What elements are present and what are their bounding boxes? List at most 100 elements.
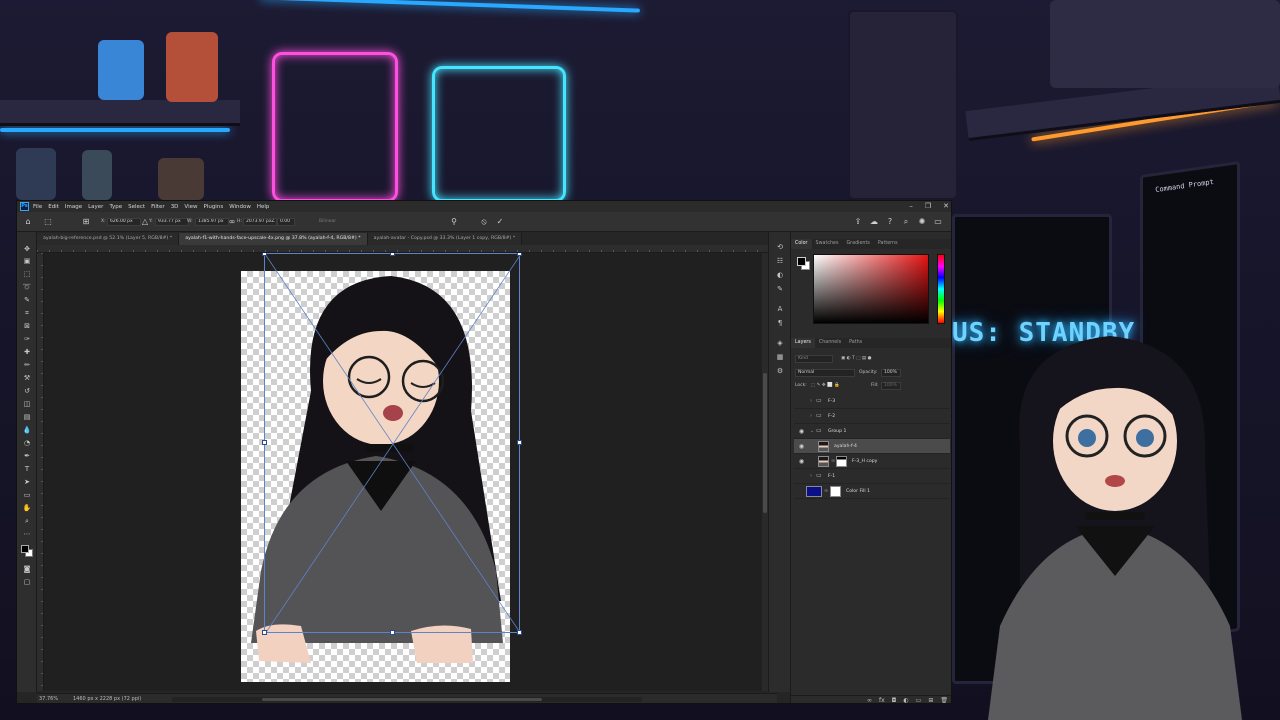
layer-row-group-1[interactable]: ◉ ⌄ ▭ Group 1 — [794, 424, 950, 439]
foreground-color-swatch[interactable] — [21, 545, 29, 553]
menu-type[interactable]: Type — [109, 204, 122, 210]
visibility-toggle[interactable] — [798, 488, 805, 495]
lightbulb-icon[interactable]: ✺ — [917, 217, 927, 227]
frame-tool-icon[interactable]: ⊠ — [22, 321, 32, 331]
opacity-field[interactable]: 100% — [881, 369, 901, 377]
transform-handle-tr[interactable] — [517, 253, 522, 256]
panel-foreground-swatch[interactable] — [797, 257, 806, 266]
lasso-tool-icon[interactable]: ➰ — [22, 282, 32, 292]
dodge-tool-icon[interactable]: ◔ — [22, 438, 32, 448]
new-layer-icon[interactable]: ⊞ — [928, 696, 933, 703]
chevron-down-icon[interactable]: ⌄ — [810, 427, 814, 435]
hue-slider[interactable] — [937, 254, 945, 324]
menu-filter[interactable]: Filter — [151, 204, 165, 210]
menu-layer[interactable]: Layer — [88, 204, 103, 210]
filter-icons[interactable]: ▣ ◐ T ⬚ ▤ ● — [841, 355, 872, 363]
new-group-icon[interactable]: ▭ — [916, 696, 922, 703]
move-tool-icon[interactable]: ✥ — [22, 244, 32, 254]
rectangle-tool-icon[interactable]: ▭ — [22, 490, 32, 500]
link-icon[interactable]: ∞ — [227, 217, 237, 227]
fx-icon[interactable]: fx — [879, 696, 885, 703]
pen-tool-icon[interactable]: ✒ — [22, 451, 32, 461]
eyedropper-icon[interactable]: ✑ — [22, 334, 32, 344]
actions-panel-icon[interactable]: ⚙ — [775, 366, 785, 376]
chevron-right-icon[interactable]: › — [810, 412, 812, 420]
blur-tool-icon[interactable]: 💧 — [22, 425, 32, 435]
hand-tool-icon[interactable]: ✋ — [22, 503, 32, 513]
tab-patterns[interactable]: Patterns — [874, 239, 902, 249]
search-icon[interactable]: ⌕ — [901, 217, 911, 227]
layer-filter-input[interactable]: Kind — [795, 355, 833, 363]
tab-channels[interactable]: Channels — [815, 338, 845, 348]
eye-icon[interactable]: ◉ — [798, 443, 805, 450]
share-icon[interactable]: ⇪ — [853, 217, 863, 227]
fill-field[interactable]: 100% — [881, 382, 901, 390]
visibility-toggle[interactable] — [798, 473, 805, 480]
interpolation-select[interactable]: Bilinear — [319, 218, 336, 226]
close-button[interactable]: ✕ — [943, 202, 949, 210]
cancel-transform-icon[interactable]: ⦸ — [479, 217, 489, 227]
trash-icon[interactable]: 🗑 — [940, 696, 948, 703]
layer-row-ayalah-f-4[interactable]: ◉ ayalah-f-4 — [794, 439, 950, 454]
tab-gradients[interactable]: Gradients — [842, 239, 873, 249]
layer-row-f2[interactable]: › ▭ F-2 — [794, 409, 950, 424]
eraser-tool-icon[interactable]: ◫ — [22, 399, 32, 409]
brush-panel-icon[interactable]: ✎ — [775, 284, 785, 294]
zoom-level[interactable]: 37.76% — [39, 696, 58, 702]
zoom-tool-icon[interactable]: ⌕ — [22, 516, 32, 526]
commit-transform-icon[interactable]: ✓ — [495, 217, 505, 227]
more-tools-icon[interactable]: ⋯ — [22, 529, 32, 539]
link-layers-icon[interactable]: ∞ — [867, 696, 872, 703]
tab-document-3[interactable]: ayalah-avatar - Copy.psd @ 33.3% (Layer … — [367, 233, 523, 245]
tab-swatches[interactable]: Swatches — [812, 239, 843, 249]
horizontal-scrollbar[interactable] — [172, 697, 642, 702]
quick-mask-icon[interactable]: ◙ — [22, 564, 32, 574]
width-field[interactable]: 1385.97 px — [195, 218, 229, 226]
transform-handle-tc[interactable] — [390, 253, 395, 256]
clone-stamp-icon[interactable]: ⚒ — [22, 373, 32, 383]
menu-view[interactable]: View — [184, 204, 197, 210]
transform-tool-icon[interactable]: ⬚ — [43, 217, 53, 227]
layer-row-f1[interactable]: › ▭ F-1 — [794, 469, 950, 484]
menu-3d[interactable]: 3D — [171, 204, 179, 210]
chain-link-icon[interactable]: ∞ — [824, 488, 828, 494]
history-panel-icon[interactable]: ⟲ — [775, 242, 785, 252]
transform-handle-ml[interactable] — [262, 440, 267, 445]
marquee-tool-icon[interactable]: ⬚ — [22, 269, 32, 279]
layer-row-f3-h-copy[interactable]: ◉ ∞ F-3_H copy — [794, 454, 950, 469]
transform-handle-mr[interactable] — [517, 440, 522, 445]
tab-document-1[interactable]: ayalah-big-reference.psd @ 52.1% (Layer … — [37, 233, 180, 245]
chain-link-icon[interactable]: ∞ — [831, 458, 835, 464]
brush-tool-icon[interactable]: ✏ — [22, 360, 32, 370]
home-icon[interactable]: ⌂ — [23, 217, 33, 227]
x-field[interactable]: 626.00 px — [107, 218, 141, 226]
reference-point-icon[interactable]: ⊞ — [81, 217, 91, 227]
minimize-button[interactable]: – — [909, 202, 913, 210]
gradient-tool-icon[interactable]: ▤ — [22, 412, 32, 422]
properties-panel-icon[interactable]: ☷ — [775, 256, 785, 266]
menu-image[interactable]: Image — [65, 204, 82, 210]
transform-handle-tl[interactable] — [262, 253, 267, 256]
paragraph-panel-icon[interactable]: ¶ — [775, 318, 785, 328]
add-mask-icon[interactable]: ◘ — [892, 696, 897, 703]
crop-tool-icon[interactable]: ⌗ — [22, 308, 32, 318]
quick-select-icon[interactable]: ✎ — [22, 295, 32, 305]
angle-field[interactable]: 0.00 — [277, 218, 295, 226]
lock-icons[interactable]: ⬚ ✎ ✥ ⬜ 🔒 — [811, 382, 840, 390]
menu-select[interactable]: Select — [128, 204, 145, 210]
vertical-scroll-thumb[interactable] — [763, 373, 767, 513]
eye-icon[interactable]: ◉ — [798, 458, 805, 465]
tab-layers[interactable]: Layers — [791, 338, 815, 348]
menu-file[interactable]: File — [33, 204, 42, 210]
y-field[interactable]: 933.77 px — [155, 218, 189, 226]
menu-window[interactable]: Window — [229, 204, 251, 210]
eye-icon[interactable]: ◉ — [798, 428, 805, 435]
tab-paths[interactable]: Paths — [845, 338, 866, 348]
path-select-icon[interactable]: ➤ — [22, 477, 32, 487]
chevron-right-icon[interactable]: › — [810, 397, 812, 405]
document-info[interactable]: 1460 px x 2228 px (72 ppi) — [73, 696, 141, 702]
canvas-area[interactable] — [44, 253, 762, 691]
artboard-tool-icon[interactable]: ▣ — [22, 256, 32, 266]
adjustment-layer-icon[interactable]: ◐ — [903, 696, 908, 703]
menu-edit[interactable]: Edit — [48, 204, 59, 210]
